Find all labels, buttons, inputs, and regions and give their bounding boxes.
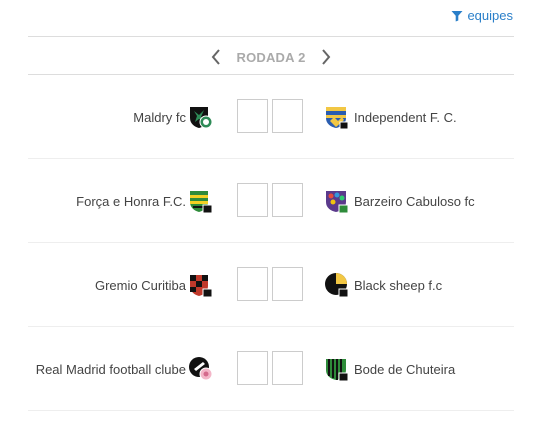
chevron-right-icon — [321, 49, 330, 65]
team-crest-icon — [325, 273, 349, 298]
away-team: Barzeiro Cabuloso fc — [324, 159, 475, 243]
top-divider — [28, 36, 514, 37]
home-team-name: Força e Honra F.C. — [76, 193, 186, 209]
next-round-button[interactable] — [316, 47, 336, 67]
away-score-input[interactable] — [272, 99, 303, 133]
filter-teams-button[interactable]: equipes — [451, 8, 513, 23]
filter-label: equipes — [467, 8, 513, 23]
home-team: Real Madrid football clube — [36, 327, 214, 411]
home-team-name: Gremio Curitiba — [94, 277, 186, 293]
home-team: Maldry fc — [133, 75, 214, 159]
team-crest-icon — [326, 359, 349, 382]
match-row: Força e Honra F.C. Barzeiro Cabuloso fc — [28, 159, 514, 243]
home-score-input[interactable] — [237, 183, 268, 217]
match-row: Real Madrid football clube Bode de Chute… — [28, 327, 514, 411]
home-team-name: Maldry fc — [133, 109, 186, 125]
filter-icon — [451, 10, 463, 21]
team-crest-icon — [326, 107, 349, 130]
away-team-name: Independent F. C. — [354, 109, 457, 125]
home-score-input[interactable] — [237, 351, 268, 385]
away-team-name: Bode de Chuteira — [354, 361, 456, 377]
home-team-name: Real Madrid football clube — [35, 361, 186, 377]
round-navigator: RODADA 2 — [28, 44, 514, 70]
home-team: Gremio Curitiba — [95, 243, 214, 327]
home-score-input[interactable] — [237, 267, 268, 301]
team-crest-icon — [190, 275, 213, 298]
away-team-name: Barzeiro Cabuloso fc — [354, 193, 475, 209]
home-team: Força e Honra F.C. — [76, 159, 214, 243]
previous-round-button[interactable] — [206, 47, 226, 67]
team-crest-icon — [326, 191, 349, 214]
team-crest-icon — [190, 107, 213, 129]
match-row: Maldry fc Independent F. C. — [28, 75, 514, 159]
match-row: Gremio Curitiba Black sheep f.c — [28, 243, 514, 327]
away-team-name: Black sheep f.c — [354, 277, 443, 293]
match-divider — [28, 410, 514, 411]
away-score-input[interactable] — [272, 351, 303, 385]
round-label: RODADA 2 — [236, 49, 306, 65]
team-crest-icon — [190, 191, 213, 214]
away-team: Bode de Chuteira — [324, 327, 455, 411]
away-score-input[interactable] — [272, 267, 303, 301]
team-crest-icon — [189, 357, 213, 381]
away-team: Independent F. C. — [324, 75, 457, 159]
away-team: Black sheep f.c — [324, 243, 442, 327]
chevron-left-icon — [212, 49, 221, 65]
home-score-input[interactable] — [237, 99, 268, 133]
away-score-input[interactable] — [272, 183, 303, 217]
